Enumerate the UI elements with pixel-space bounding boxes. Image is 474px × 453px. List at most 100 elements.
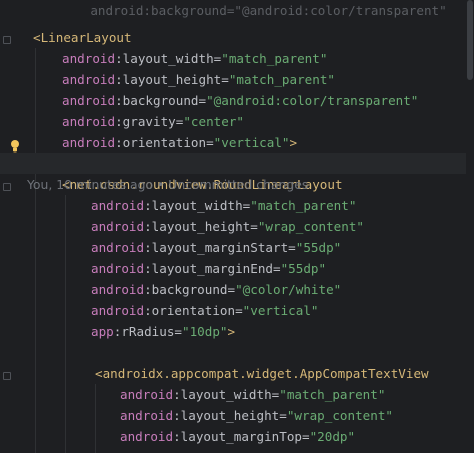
attribute-colon: : [144,240,152,255]
attribute-value: "20dp" [309,429,356,444]
lightbulb-icon[interactable] [9,139,21,153]
fold-icon[interactable] [3,36,11,44]
attribute-name: gravity [122,114,176,129]
attribute-value: "55dp" [295,240,342,255]
attribute-value: "wrap_content" [286,408,393,423]
attribute-equals: = [198,93,207,108]
attribute-value: "55dp" [280,261,327,276]
code-line-tag[interactable]: <androidx.appcompat.widget.AppCompatText… [95,363,429,384]
attribute-value: "match_parent" [221,51,328,66]
attribute-value: "@color/white" [235,282,342,297]
attribute-name: layout_width [180,387,272,402]
tag-name: androidx.appcompat.widget.AppCompatTextV… [102,366,429,381]
attribute-colon: : [144,261,152,276]
attribute-equals: = [174,324,183,339]
attribute-equals: = [250,219,258,234]
attribute-name: layout_marginTop [180,429,302,444]
code-line-attribute[interactable]: android:layout_height="match_parent" [62,69,335,90]
editor-gutter[interactable] [0,0,24,453]
fold-icon[interactable] [3,372,11,380]
blame-text: You, 10 minutes ago • Uncommitted change… [27,177,309,192]
attribute-equals: = [227,282,236,297]
code-line-attribute[interactable]: android:layout_marginTop="20dp" [120,426,355,447]
attribute-colon: : [115,93,123,108]
code-line-attribute[interactable]: android:layout_marginEnd="55dp" [91,258,326,279]
attribute-equals: = [221,72,229,87]
code-line-attribute[interactable]: android:layout_width="match_parent" [120,384,385,405]
attribute-value: "@android:color/transparent" [206,93,419,108]
attribute-colon: : [115,135,123,150]
attribute-namespace: android [120,429,174,444]
tag-open-bracket: < [95,366,103,381]
code-line-attribute[interactable]: android:layout_height="wrap_content" [120,405,393,426]
attribute-colon: : [173,429,181,444]
attribute-value: "match_parent" [228,72,335,87]
attribute-colon: : [144,303,152,318]
attribute-value: "vertical" [213,135,290,150]
attribute-value: "wrap_content" [257,219,364,234]
attribute-name: layout_height [180,408,280,423]
attribute-colon: : [115,114,123,129]
attribute-namespace: android [62,51,116,66]
indent-guide [35,48,36,453]
attribute-namespace: app [91,324,114,339]
attribute-equals: = [206,135,214,150]
attribute-namespace: android [91,303,145,318]
attribute-colon: : [173,408,181,423]
attribute-namespace: android [91,198,145,213]
code-line-attribute[interactable]: android:background="@android:color/trans… [62,90,418,111]
attribute-equals: = [288,240,296,255]
code-line-attribute[interactable]: android:orientation="vertical" [91,300,319,321]
attribute-equals: = [279,408,287,423]
attribute-namespace: android [62,114,116,129]
tag-name: LinearLayout [40,30,132,45]
code-line-attribute[interactable]: android:layout_width="match_parent" [62,48,327,69]
tag-close-bracket: > [227,324,236,339]
code-line-attribute[interactable]: app:rRadius="10dp"> [91,321,235,342]
attribute-name: rRadius [121,324,175,339]
partial-line-text: android:background="@android:color/trans… [90,3,447,18]
attribute-colon: : [144,282,152,297]
attribute-value: "vertical" [242,303,319,318]
code-line-attribute[interactable]: android:orientation="vertical"> [62,132,297,153]
attribute-name: layout_height [122,72,222,87]
attribute-equals: = [302,429,310,444]
tag-close-bracket: > [289,135,298,150]
attribute-name: layout_width [122,51,214,66]
attribute-value: "center" [183,114,245,129]
code-line-tag[interactable]: <LinearLayout [33,27,132,48]
attribute-name: orientation [122,135,207,150]
attribute-namespace: android [91,261,145,276]
partial-code-line: android:background="@android:color/trans… [0,0,474,18]
attribute-name: background [151,282,228,297]
attribute-value: "match_parent" [279,387,386,402]
attribute-name: background [122,93,199,108]
code-line-attribute[interactable]: android:layout_height="wrap_content" [91,216,364,237]
attribute-colon: : [115,51,123,66]
attribute-namespace: android [62,72,116,87]
attribute-name: layout_width [151,198,243,213]
inline-blame-annotation[interactable]: You, 10 minutes ago • Uncommitted change… [0,153,474,192]
attribute-equals: = [235,303,243,318]
attribute-name: layout_height [151,219,251,234]
tag-open-bracket: < [33,30,41,45]
vertical-scrollbar[interactable] [466,0,474,453]
code-line-attribute[interactable]: android:background="@color/white" [91,279,341,300]
code-line-attribute[interactable]: android:layout_marginStart="55dp" [91,237,341,258]
attribute-name: layout_marginStart [151,240,289,255]
attribute-namespace: android [62,93,116,108]
attribute-namespace: android [62,135,116,150]
code-line-attribute[interactable]: android:gravity="center" [62,111,244,132]
indent-guide [65,195,66,453]
attribute-value: "10dp" [182,324,228,339]
attribute-colon: : [173,387,181,402]
attribute-namespace: android [91,219,145,234]
code-line-attribute[interactable]: android:layout_width="match_parent" [91,195,356,216]
code-editor[interactable]: android:background="@android:color/trans… [0,0,474,453]
attribute-equals: = [273,261,281,276]
attribute-namespace: android [91,282,145,297]
attribute-colon: : [115,72,123,87]
attribute-colon: : [144,198,152,213]
scrollbar-thumb[interactable] [467,0,473,80]
attribute-colon: : [144,219,152,234]
